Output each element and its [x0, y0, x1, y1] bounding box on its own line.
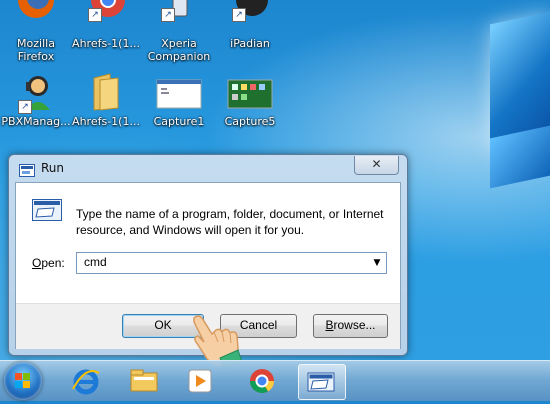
desktop-icon-label: Xperia [161, 37, 197, 50]
desktop-icon-label: iPadian [230, 37, 270, 50]
desktop-icon-label-line2: Companion [147, 50, 211, 63]
open-label: Open: [32, 256, 65, 270]
pbx-manager-icon: ↗ [16, 72, 56, 114]
browse-accelerator: B [325, 318, 334, 332]
image-file-icon [227, 72, 273, 112]
close-icon: ✕ [371, 157, 382, 171]
desktop-icon-label: PBXManag... [1, 115, 71, 128]
start-button[interactable] [4, 362, 42, 400]
shortcut-arrow-icon: ↗ [232, 8, 246, 22]
run-program-icon [32, 199, 62, 221]
desktop-icon-label-line2: Firefox [17, 50, 55, 63]
desktop-icon-capture1[interactable]: Capture1 [143, 72, 215, 128]
ipadian-icon: ↗ [230, 0, 270, 34]
folder-icon [86, 72, 126, 112]
firefox-icon [16, 0, 56, 34]
shortcut-arrow-icon: ↗ [161, 8, 175, 22]
browse-button[interactable]: Browse... [313, 314, 388, 338]
run-content-panel: Type the name of a program, folder, docu… [16, 183, 400, 303]
desktop-icon-ahrefs-folder[interactable]: Ahrefs-1(1... [70, 72, 142, 128]
desktop-icon-label: Ahrefs-1(1... [72, 115, 140, 128]
media-player-icon [188, 369, 212, 393]
desktop-icon-label: Capture1 [153, 115, 205, 128]
chrome-shortcut-icon: ↗ [86, 0, 126, 34]
desktop-icon-firefox[interactable]: Mozilla Firefox [0, 0, 72, 63]
open-input-value[interactable]: cmd [84, 255, 107, 269]
desktop-icon-ahrefs-shortcut[interactable]: ↗ Ahrefs-1(1... [70, 0, 142, 50]
desktop-icon-pbx-manager[interactable]: ↗ PBXManag... [0, 72, 72, 128]
desktop-icon-label: Mozilla [17, 37, 55, 50]
shortcut-arrow-icon: ↗ [88, 8, 102, 22]
browse-label: rowse... [333, 318, 376, 332]
shortcut-arrow-icon: ↗ [18, 100, 32, 114]
taskbar [0, 360, 550, 401]
run-description: Type the name of a program, folder, docu… [76, 207, 384, 237]
run-title-icon [19, 162, 35, 177]
run-title-text: Run [41, 161, 65, 175]
taskbar-media-player[interactable] [178, 364, 222, 398]
internet-explorer-icon [72, 369, 100, 395]
desktop-icon-label: Capture5 [224, 115, 276, 128]
desktop-icon-label: Ahrefs-1(1... [72, 37, 140, 50]
taskbar-file-explorer[interactable] [122, 364, 166, 398]
open-label-accelerator: O [32, 256, 42, 270]
taskbar-chrome[interactable] [240, 364, 284, 398]
chrome-icon [250, 369, 274, 394]
windows-logo-icon [15, 373, 30, 388]
desktop-icon-capture5[interactable]: Capture5 [214, 72, 286, 128]
close-button[interactable]: ✕ [354, 156, 399, 175]
dropdown-arrow-icon[interactable]: ▼ [371, 257, 383, 269]
taskbar-internet-explorer[interactable] [64, 364, 108, 398]
run-title-bar[interactable]: Run ✕ [9, 155, 407, 183]
xperia-companion-icon: ↗ [159, 0, 199, 34]
desktop-icon-xperia-companion[interactable]: ↗ Xperia Companion [143, 0, 215, 63]
image-file-icon [156, 72, 202, 112]
desktop-icon-ipadian[interactable]: ↗ iPadian [214, 0, 286, 50]
taskbar-run[interactable] [298, 364, 346, 400]
file-explorer-icon [130, 369, 158, 392]
run-icon [307, 372, 335, 392]
open-combobox[interactable]: cmd ▼ [76, 252, 387, 274]
open-label-text: pen: [41, 256, 65, 270]
